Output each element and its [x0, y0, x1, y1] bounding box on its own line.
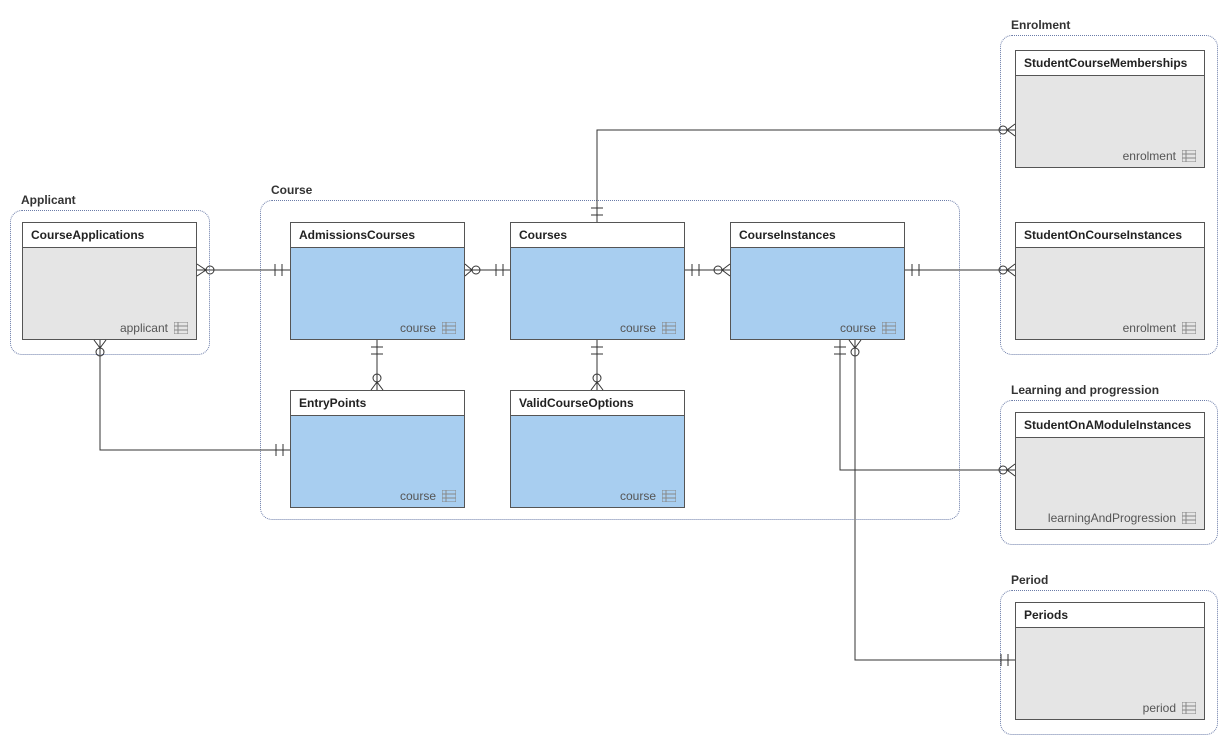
- schema-label: enrolment: [1123, 149, 1176, 163]
- db-icon: [174, 322, 188, 334]
- entity-footer: learningAndProgression: [1048, 511, 1196, 525]
- entity-periods[interactable]: Periods period: [1015, 602, 1205, 720]
- container-label-applicant: Applicant: [21, 193, 76, 207]
- schema-label: course: [840, 321, 876, 335]
- entity-header: StudentCourseMemberships: [1016, 51, 1204, 76]
- entity-footer: course: [620, 489, 676, 503]
- db-icon: [662, 490, 676, 502]
- schema-label: course: [620, 489, 656, 503]
- entity-header: StudentOnCourseInstances: [1016, 223, 1204, 248]
- entity-header: StudentOnAModuleInstances: [1016, 413, 1204, 438]
- entity-header: CourseApplications: [23, 223, 196, 248]
- container-label-period: Period: [1011, 573, 1048, 587]
- entity-footer: course: [840, 321, 896, 335]
- schema-label: period: [1143, 701, 1176, 715]
- entity-header: AdmissionsCourses: [291, 223, 464, 248]
- schema-label: course: [400, 321, 436, 335]
- entity-header: Courses: [511, 223, 684, 248]
- container-label-enrolment: Enrolment: [1011, 18, 1070, 32]
- entity-student-course-memberships[interactable]: StudentCourseMemberships enrolment: [1015, 50, 1205, 168]
- entity-footer: applicant: [120, 321, 188, 335]
- schema-label: applicant: [120, 321, 168, 335]
- entity-header: ValidCourseOptions: [511, 391, 684, 416]
- entity-footer: enrolment: [1123, 321, 1196, 335]
- entity-header: CourseInstances: [731, 223, 904, 248]
- entity-footer: course: [400, 489, 456, 503]
- schema-label: course: [400, 489, 436, 503]
- entity-footer: enrolment: [1123, 149, 1196, 163]
- entity-student-on-a-module-instances[interactable]: StudentOnAModuleInstances learningAndPro…: [1015, 412, 1205, 530]
- schema-label: enrolment: [1123, 321, 1176, 335]
- db-icon: [1182, 150, 1196, 162]
- db-icon: [442, 322, 456, 334]
- entity-header: EntryPoints: [291, 391, 464, 416]
- schema-label: course: [620, 321, 656, 335]
- entity-entry-points[interactable]: EntryPoints course: [290, 390, 465, 508]
- db-icon: [882, 322, 896, 334]
- entity-course-applications[interactable]: CourseApplications applicant: [22, 222, 197, 340]
- schema-label: learningAndProgression: [1048, 511, 1176, 525]
- entity-course-instances[interactable]: CourseInstances course: [730, 222, 905, 340]
- entity-footer: course: [620, 321, 676, 335]
- entity-courses[interactable]: Courses course: [510, 222, 685, 340]
- db-icon: [662, 322, 676, 334]
- entity-admissions-courses[interactable]: AdmissionsCourses course: [290, 222, 465, 340]
- db-icon: [1182, 702, 1196, 714]
- entity-header: Periods: [1016, 603, 1204, 628]
- db-icon: [442, 490, 456, 502]
- db-icon: [1182, 322, 1196, 334]
- entity-footer: course: [400, 321, 456, 335]
- db-icon: [1182, 512, 1196, 524]
- container-label-learning: Learning and progression: [1011, 383, 1159, 397]
- entity-valid-course-options[interactable]: ValidCourseOptions course: [510, 390, 685, 508]
- container-label-course: Course: [271, 183, 312, 197]
- entity-student-on-course-instances[interactable]: StudentOnCourseInstances enrolment: [1015, 222, 1205, 340]
- entity-footer: period: [1143, 701, 1196, 715]
